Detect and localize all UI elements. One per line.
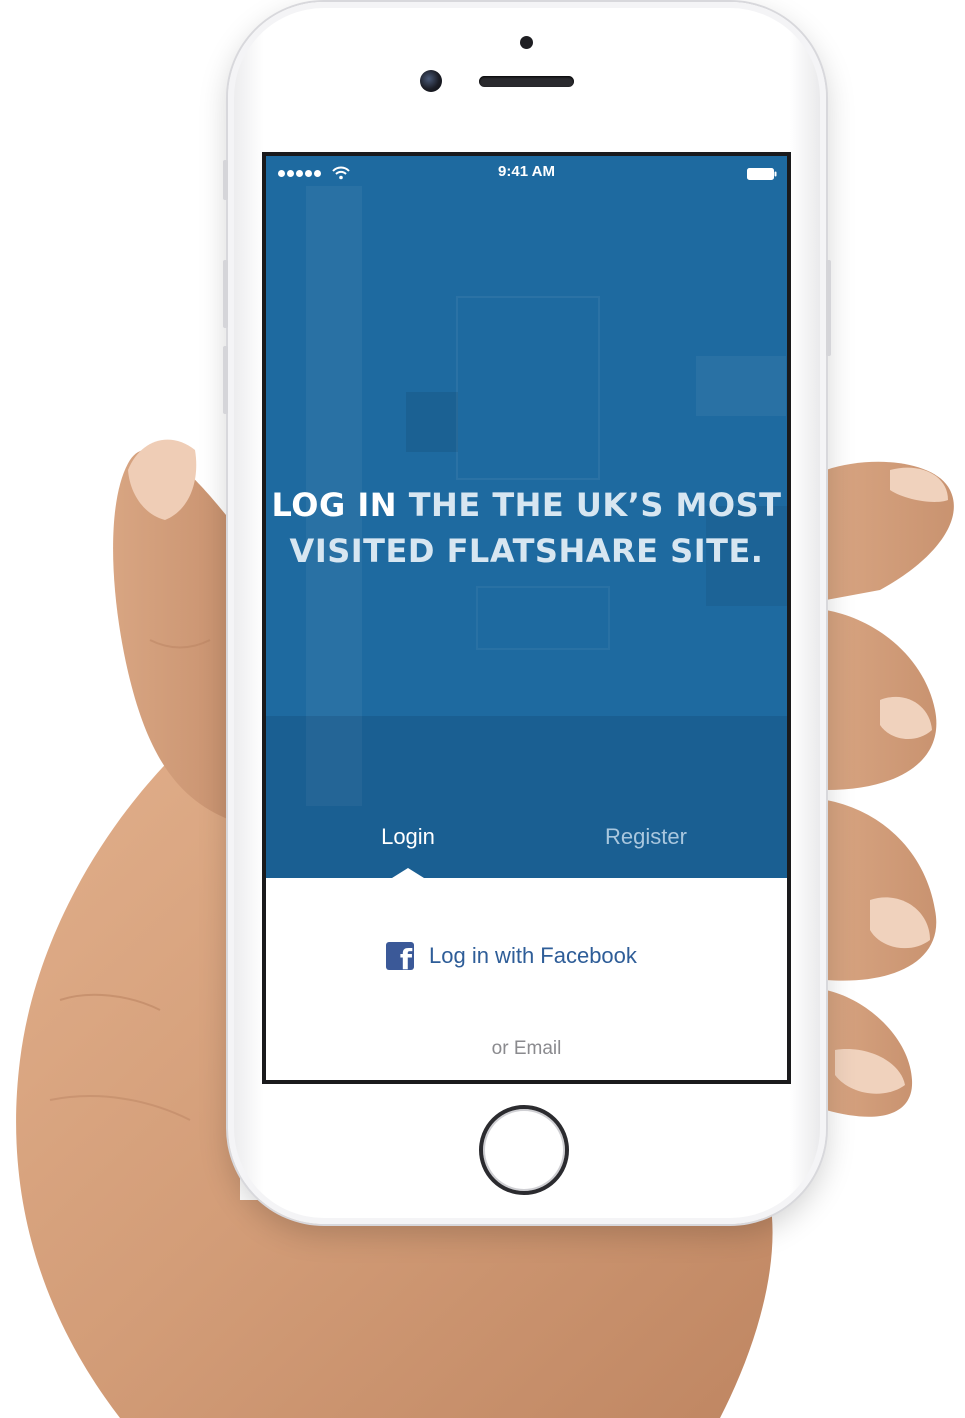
hero-section: 9:41 AM LOG IN THE THE UK’S MOST VISITED… [266, 156, 787, 878]
headline-line-1: LOG IN THE THE UK’S MOST [266, 482, 787, 528]
earpiece-speaker [479, 76, 574, 87]
headline-rest: THE THE UK’S MOST [397, 486, 782, 524]
active-tab-indicator [392, 868, 424, 878]
tab-login[interactable]: Login [266, 824, 550, 850]
status-time: 9:41 AM [498, 163, 555, 180]
app-screen: 9:41 AM LOG IN THE THE UK’S MOST VISITED… [266, 156, 787, 1080]
headline-strong: LOG IN [271, 486, 398, 524]
headline-line-2: VISITED FLATSHARE SITE. [289, 532, 764, 570]
tab-register[interactable]: Register [558, 824, 734, 850]
mockup-stage: 9:41 AM LOG IN THE THE UK’S MOST VISITED… [0, 0, 965, 1418]
front-camera-icon [420, 70, 442, 92]
facebook-icon: f [386, 942, 414, 970]
facebook-login-button[interactable]: f Log in with Facebook [386, 938, 637, 974]
home-button[interactable] [479, 1105, 569, 1195]
mute-switch [223, 160, 228, 200]
power-button [826, 260, 831, 356]
facebook-login-label: Log in with Facebook [429, 943, 637, 968]
login-panel: f Log in with Facebook or Email [266, 878, 787, 1080]
battery-icon [747, 168, 777, 180]
proximity-sensor [520, 36, 533, 49]
status-bar: 9:41 AM [266, 156, 787, 188]
or-email-link[interactable]: or Email [266, 1038, 787, 1060]
hero-headline: LOG IN THE THE UK’S MOST VISITED FLATSHA… [266, 482, 787, 574]
volume-down-button [223, 346, 228, 414]
phone-screen: 9:41 AM LOG IN THE THE UK’S MOST VISITED… [262, 152, 791, 1084]
volume-up-button [223, 260, 228, 328]
